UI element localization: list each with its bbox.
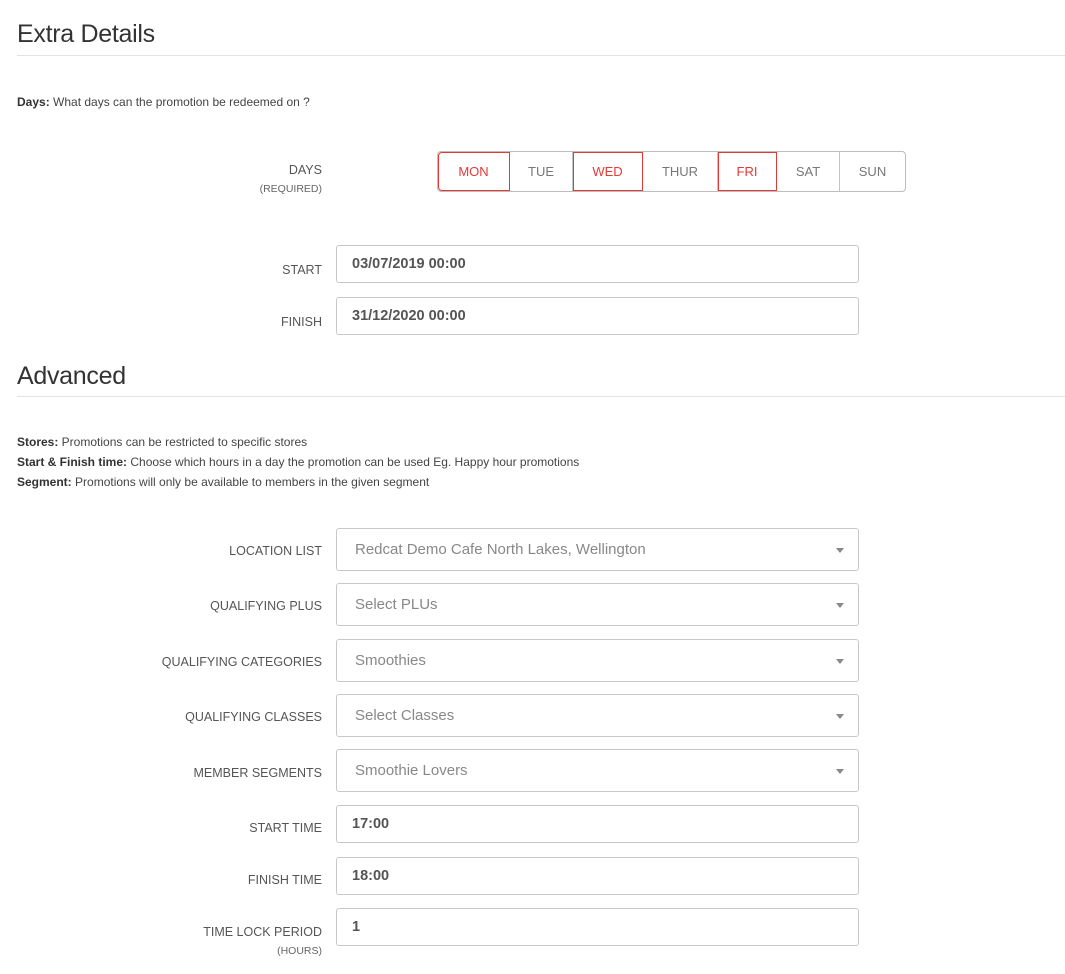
finish-time-label: FINISH TIME — [247, 873, 322, 887]
days-help: Days: What days can the promotion be red… — [17, 92, 310, 112]
extra-details-title: Extra Details — [17, 20, 155, 48]
day-toggle-thur[interactable]: THUR — [643, 152, 718, 191]
days-selector: MON TUE WED THUR FRI SAT SUN — [437, 151, 906, 192]
days-help-key: Days: — [17, 95, 50, 109]
help-start-finish-time: Start & Finish time: Choose which hours … — [17, 455, 580, 469]
divider — [17, 396, 1065, 397]
day-toggle-fri[interactable]: FRI — [718, 152, 777, 191]
advanced-help: Stores: Promotions can be restricted to … — [17, 432, 579, 492]
time-lock-period-input[interactable]: 1 — [336, 908, 859, 946]
chevron-down-icon — [836, 713, 844, 719]
day-toggle-wed[interactable]: WED — [573, 152, 643, 191]
days-required-note: (REQUIRED) — [259, 183, 322, 195]
day-toggle-sat[interactable]: SAT — [777, 152, 840, 191]
help-stores: Stores: Promotions can be restricted to … — [17, 435, 308, 449]
qualifying-categories-label: QUALIFYING CATEGORIES — [161, 655, 322, 669]
chevron-down-icon — [836, 658, 844, 664]
help-segment: Segment: Promotions will only be availab… — [17, 475, 430, 489]
chevron-down-icon — [836, 768, 844, 774]
divider — [17, 55, 1065, 56]
start-label: START — [282, 263, 322, 277]
time-lock-unit-note: (HOURS) — [277, 945, 322, 957]
finish-time-input[interactable]: 18:00 — [336, 857, 859, 895]
days-label: DAYS (REQUIRED) — [259, 163, 322, 195]
qualifying-plus-label: QUALIFYING PLUS — [210, 599, 322, 613]
location-list-label: LOCATION LIST — [229, 544, 322, 558]
start-date-input[interactable]: 03/07/2019 00:00 — [336, 245, 859, 283]
qualifying-plus-select[interactable]: Select PLUs — [336, 583, 859, 626]
location-list-value: Redcat Demo Cafe North Lakes, Wellington — [355, 541, 646, 558]
qualifying-classes-select[interactable]: Select Classes — [336, 694, 859, 737]
qualifying-plus-placeholder: Select PLUs — [355, 596, 438, 613]
member-segments-value: Smoothie Lovers — [355, 762, 468, 779]
day-toggle-tue[interactable]: TUE — [510, 152, 573, 191]
finish-date-input[interactable]: 31/12/2020 00:00 — [336, 297, 859, 335]
qualifying-categories-value: Smoothies — [355, 652, 426, 669]
days-help-text: What days can the promotion be redeemed … — [49, 95, 310, 109]
qualifying-classes-label: QUALIFYING CLASSES — [185, 710, 322, 724]
chevron-down-icon — [836, 602, 844, 608]
time-lock-period-label: TIME LOCK PERIOD (HOURS) — [203, 925, 322, 957]
start-time-label: START TIME — [249, 821, 322, 835]
finish-label: FINISH — [281, 315, 322, 329]
qualifying-classes-placeholder: Select Classes — [355, 707, 455, 724]
qualifying-categories-select[interactable]: Smoothies — [336, 639, 859, 682]
advanced-title: Advanced — [17, 362, 126, 390]
chevron-down-icon — [836, 547, 844, 553]
start-time-input[interactable]: 17:00 — [336, 805, 859, 843]
member-segments-select[interactable]: Smoothie Lovers — [336, 749, 859, 792]
location-list-select[interactable]: Redcat Demo Cafe North Lakes, Wellington — [336, 528, 859, 571]
member-segments-label: MEMBER SEGMENTS — [193, 766, 323, 780]
day-toggle-sun[interactable]: SUN — [840, 152, 905, 191]
day-toggle-mon[interactable]: MON — [438, 152, 510, 191]
